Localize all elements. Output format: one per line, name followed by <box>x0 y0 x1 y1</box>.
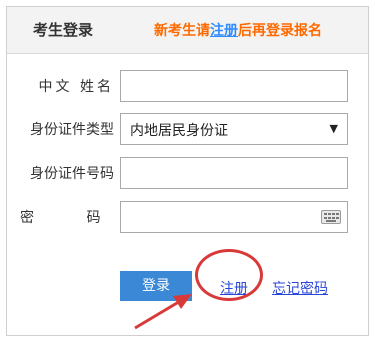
annotation-arrow-icon <box>134 294 192 330</box>
